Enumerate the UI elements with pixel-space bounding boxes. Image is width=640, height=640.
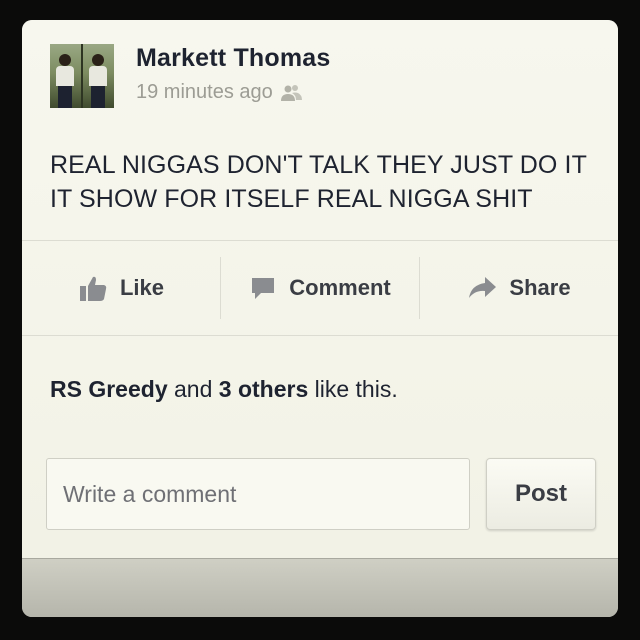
avatar-photo-left bbox=[50, 44, 83, 108]
friends-icon bbox=[279, 83, 303, 103]
like-label: Like bbox=[119, 275, 165, 300]
speech-bubble-icon bbox=[252, 278, 275, 299]
share-label: Share bbox=[509, 275, 571, 300]
divider-bottom bbox=[22, 335, 618, 336]
like-button[interactable]: Like bbox=[22, 241, 220, 335]
avatar-photo-right bbox=[83, 44, 114, 108]
share-arrow-icon bbox=[469, 277, 497, 298]
comment-label: Comment bbox=[289, 275, 391, 300]
likes-and: and bbox=[174, 376, 213, 402]
author-name[interactable]: Markett Thomas bbox=[136, 44, 331, 73]
photo-frame: Markett Thomas 19 minutes ago REAL NIGGA… bbox=[22, 20, 618, 617]
likes-others[interactable]: 3 others bbox=[219, 376, 308, 402]
timestamp: 19 minutes ago bbox=[136, 81, 273, 103]
post-card: Markett Thomas 19 minutes ago REAL NIGGA… bbox=[22, 20, 618, 558]
avatar[interactable] bbox=[50, 44, 114, 108]
likes-suffix: like this. bbox=[314, 376, 398, 402]
liker-name[interactable]: RS Greedy bbox=[50, 376, 168, 402]
likes-summary[interactable]: RS Greedy and 3 others like this. bbox=[50, 376, 398, 403]
post-button[interactable]: Post bbox=[486, 458, 596, 530]
comment-button[interactable]: Comment bbox=[221, 241, 419, 335]
comment-input[interactable] bbox=[46, 458, 470, 530]
action-bar: Like Comment Share bbox=[22, 241, 618, 335]
post-meta: 19 minutes ago bbox=[136, 81, 303, 104]
share-button[interactable]: Share bbox=[420, 241, 618, 335]
thumbs-up-icon bbox=[79, 276, 107, 301]
post-text: REAL NIGGAS DON'T TALK THEY JUST DO IT I… bbox=[50, 151, 587, 213]
bottom-strip bbox=[22, 558, 618, 617]
